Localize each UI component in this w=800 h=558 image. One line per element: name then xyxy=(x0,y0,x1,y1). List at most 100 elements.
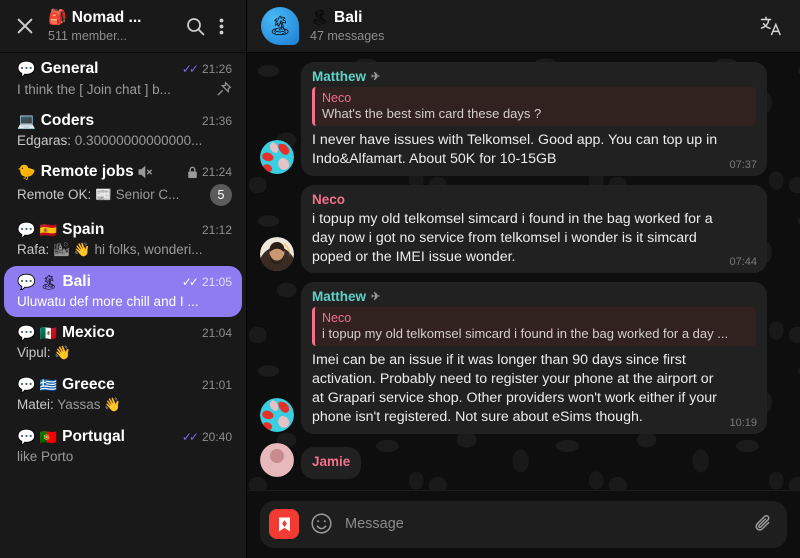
chat-item-meta: ✓✓21:26 xyxy=(182,62,232,76)
chat-item-name: General xyxy=(41,60,99,78)
chat-item-bottom-row: Uluwatu def more chill and I ... xyxy=(17,294,232,309)
flag-icon: 🇬🇷 xyxy=(40,378,57,392)
more-vertical-icon[interactable] xyxy=(208,13,234,39)
chat-type-icon: 💬 xyxy=(17,378,36,393)
message-bubble[interactable]: Neco i topup my old telkomsel simcard i f… xyxy=(301,185,767,274)
lock-icon xyxy=(187,166,198,179)
chat-item-sender: Matei: xyxy=(17,397,57,412)
unread-badge: 5 xyxy=(210,184,232,206)
emoji-smiley-icon[interactable] xyxy=(310,512,334,536)
search-icon[interactable] xyxy=(182,13,208,39)
conversation-title-row: 🏝 Bali xyxy=(310,9,756,27)
read-receipt-icon: ✓✓ xyxy=(182,430,196,444)
chat-item-bottom-row: like Porto xyxy=(17,449,232,464)
chat-item-name: Coders xyxy=(41,112,94,130)
message-bubble[interactable]: Matthew ✈ NecoWhat's the best sim card the… xyxy=(301,62,767,176)
message-text: i topup my old telkomsel simcard i found… xyxy=(312,210,756,267)
message-count: 47 messages xyxy=(310,29,756,43)
message-bubble[interactable]: Matthew ✈ Necoi topup my old telkomsel sim… xyxy=(301,282,767,434)
chat-item-top-row: 💬🇵🇹Portugal✓✓20:40 xyxy=(17,428,232,446)
avatar[interactable] xyxy=(260,443,294,477)
message-author[interactable]: Jamie xyxy=(312,454,350,469)
chat-item-meta: 21:36 xyxy=(202,114,232,128)
chat-type-icon: 💬 xyxy=(17,275,36,290)
author-badge-icon: ✈ xyxy=(371,70,380,83)
message-timestamp: 07:37 xyxy=(729,159,757,171)
message-input[interactable] xyxy=(345,516,745,532)
message-row: Jamie xyxy=(260,443,787,479)
chat-item-name: Bali xyxy=(62,273,90,291)
avatar[interactable] xyxy=(260,140,294,174)
chat-item-sender: Rafa: xyxy=(17,242,53,257)
chat-item-timestamp: 21:24 xyxy=(202,165,232,179)
chat-item-top-row: 💬🇬🇷Greece21:01 xyxy=(17,376,232,394)
reply-quote[interactable]: NecoWhat's the best sim card these days … xyxy=(312,87,756,126)
flag-icon: 🏝 xyxy=(40,275,58,289)
message-timestamp: 10:19 xyxy=(729,417,757,429)
chat-list-item-remote-jobs[interactable]: 🐤Remote jobs21:24Remote OK: 📰 Senior C..… xyxy=(4,156,242,214)
chat-item-preview: Edgaras: 0.30000000000000... xyxy=(17,133,232,148)
message-author-name: Matthew xyxy=(312,289,366,304)
message-list[interactable]: Matthew ✈ NecoWhat's the best sim card the… xyxy=(247,53,800,490)
paperclip-icon[interactable] xyxy=(753,513,775,535)
message-bubble[interactable]: Jamie xyxy=(301,447,361,479)
flag-icon: 🇲🇽 xyxy=(40,326,57,340)
chat-item-preview: Vipul: 👋 xyxy=(17,345,232,361)
reply-quote[interactable]: Necoi topup my old telkomsel simcard i f… xyxy=(312,307,756,346)
chat-item-timestamp: 21:05 xyxy=(202,275,232,289)
message-author[interactable]: Matthew ✈ xyxy=(312,289,756,304)
message-row: Matthew ✈ NecoWhat's the best sim card the… xyxy=(260,62,787,176)
chat-type-icon: 💻 xyxy=(17,114,36,129)
chat-item-bottom-row: Remote OK: 📰 Senior C... 5 xyxy=(17,184,232,206)
chat-item-sender: Edgaras: xyxy=(17,133,75,148)
message-author[interactable]: Matthew ✈ xyxy=(312,69,756,84)
author-badge-icon: ✈ xyxy=(371,290,380,303)
avatar[interactable] xyxy=(260,398,294,432)
app-shortcut-icon[interactable] xyxy=(269,509,299,539)
sidebar-title-row: 🎒 Nomad ... xyxy=(48,9,182,27)
chat-item-preview: Remote OK: 📰 Senior C... xyxy=(17,187,202,203)
chat-item-preview: Rafa: 🏙 👋 hi folks, wonderi... xyxy=(17,242,232,258)
chat-list-item-general[interactable]: 💬General✓✓21:26I think the [ Join chat ]… xyxy=(4,53,242,105)
reply-quote-author: Neco xyxy=(322,311,748,325)
mute-icon xyxy=(138,165,153,179)
message-author-name: Matthew xyxy=(312,69,366,84)
divider xyxy=(247,490,800,491)
chat-item-sender: Vipul: xyxy=(17,345,54,360)
chat-item-top-row: 💬🇲🇽Mexico21:04 xyxy=(17,324,232,342)
chat-list-item-greece[interactable]: 💬🇬🇷Greece21:01Matei: Yassas 👋 xyxy=(4,369,242,421)
conversation-pane: 🏝 🏝 Bali 47 messages Matthew ✈ NecoWhat's … xyxy=(247,0,800,558)
chat-item-meta: 21:04 xyxy=(202,326,232,340)
chat-item-sender: Remote OK: xyxy=(17,187,95,202)
chat-item-bottom-row: Rafa: 🏙 👋 hi folks, wonderi... xyxy=(17,242,232,258)
chat-item-meta: ✓✓20:40 xyxy=(182,430,232,444)
read-receipt-icon: ✓✓ xyxy=(182,275,196,289)
chat-item-top-row: 🐤Remote jobs21:24 xyxy=(17,163,232,181)
chat-item-name: Greece xyxy=(62,376,115,394)
chat-list-item-coders[interactable]: 💻 Coders 21:36 Edgaras: 0.30000000000000... xyxy=(4,105,242,156)
chat-item-bottom-row: Vipul: 👋 xyxy=(17,345,232,361)
chat-item-meta: ✓✓ 21:05 xyxy=(182,275,232,289)
translate-icon[interactable] xyxy=(756,11,786,41)
chat-item-name: Remote jobs xyxy=(41,163,134,181)
chat-list-item-mexico[interactable]: 💬🇲🇽Mexico21:04Vipul: 👋 xyxy=(4,317,242,369)
chat-item-timestamp: 21:12 xyxy=(202,223,232,237)
chat-item-top-row: 💬General✓✓21:26 xyxy=(17,60,232,78)
message-row: Neco i topup my old telkomsel simcard i f… xyxy=(260,185,787,274)
message-author[interactable]: Neco xyxy=(312,192,756,207)
chat-list-item-spain[interactable]: 💬🇪🇸Spain21:12Rafa: 🏙 👋 hi folks, wonderi… xyxy=(4,214,242,266)
chat-item-meta: 21:24 xyxy=(187,165,232,179)
chat-list-item-bali[interactable]: 💬 🏝 Bali ✓✓ 21:05 Uluwatu def more chill and … xyxy=(4,266,242,317)
chat-type-icon: 💬 xyxy=(17,326,36,341)
chat-item-preview: Uluwatu def more chill and I ... xyxy=(17,294,232,309)
island-icon: 🏝 xyxy=(268,14,292,38)
conversation-title-group[interactable]: 🏝 Bali 47 messages xyxy=(310,9,756,43)
avatar[interactable] xyxy=(260,237,294,271)
flag-icon: 🇪🇸 xyxy=(40,223,57,237)
close-icon[interactable] xyxy=(14,15,36,37)
message-author-name: Neco xyxy=(312,192,345,207)
chat-list-item-portugal[interactable]: 💬🇵🇹Portugal✓✓20:40like Porto xyxy=(4,421,242,472)
chat-item-name: Portugal xyxy=(62,428,125,446)
avatar[interactable]: 🏝 xyxy=(261,7,299,45)
chat-item-bottom-row: Matei: Yassas 👋 xyxy=(17,397,232,413)
